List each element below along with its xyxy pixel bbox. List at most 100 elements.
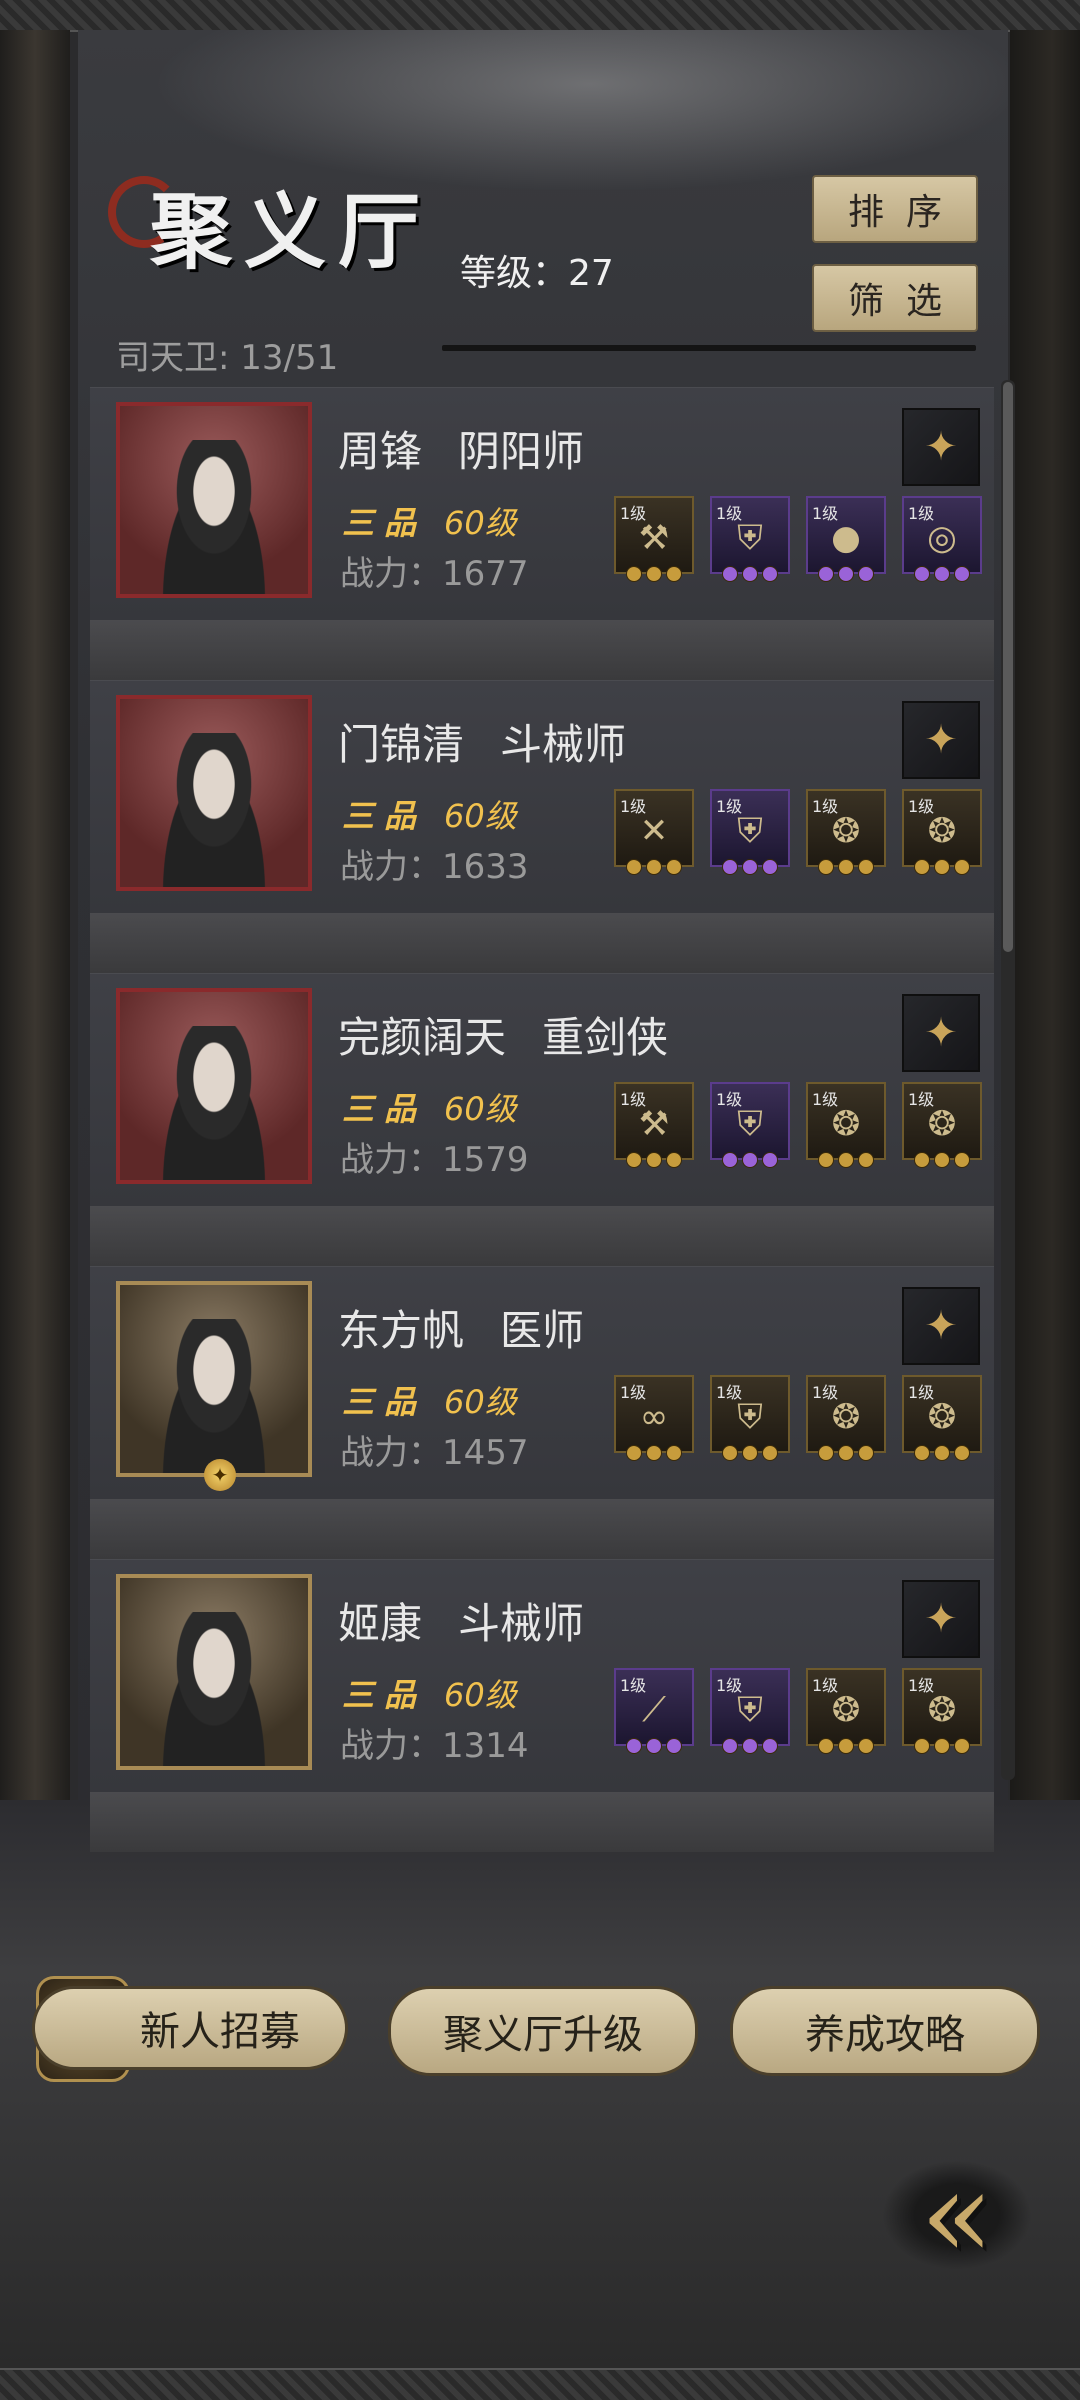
star-icon <box>742 1152 758 1168</box>
star-icon <box>742 859 758 875</box>
star-icon <box>742 566 758 582</box>
hero-portrait[interactable] <box>116 695 312 891</box>
hero-avatar <box>149 733 279 887</box>
equipment-slot[interactable]: 1级 ⛨ <box>710 496 790 582</box>
star-icon <box>818 566 834 582</box>
star-icon <box>858 859 874 875</box>
equipment-row: 1级 ∞ 1级 ⛨ 1级 ❂ 1级 ❂ <box>614 1375 982 1461</box>
equipment-level: 1级 <box>908 1676 935 1695</box>
hero-name-line: 周锋 阴阳师 <box>338 418 584 479</box>
equipment-row: 1级 ⚒ 1级 ⛨ 1级 ● 1级 ◎ <box>614 496 982 582</box>
armor-icon: ⛨ <box>737 1104 763 1144</box>
bead-bracelet-icon: ◎ <box>927 518 957 558</box>
golden-hammer-icon[interactable]: ✦ <box>902 1580 980 1658</box>
equipment-slot[interactable]: 1级 ❂ <box>902 1375 982 1461</box>
armor-icon: ⛨ <box>737 518 763 558</box>
hero-card[interactable]: 完颜阔天 重剑侠 三品 60级 战力：1579 ✦ 1级 ⚒ 1级 ⛨ 1级 ❂… <box>90 973 994 1266</box>
equipment-level: 1级 <box>812 797 839 816</box>
equipment-slot[interactable]: 1级 ⚒ <box>614 1082 694 1168</box>
hero-card[interactable]: 姬康 斗械师 三品 60级 战力：1314 ✦ 1级 ⟋ 1级 ⛨ 1级 ❂ 1… <box>90 1559 994 1852</box>
equipment-slot[interactable]: 1级 ⟋ <box>614 1668 694 1754</box>
star-icon <box>646 1738 662 1754</box>
equipment-level: 1级 <box>908 1383 935 1402</box>
equipment-stars <box>712 1152 788 1168</box>
equipment-level: 1级 <box>716 1676 743 1695</box>
equipment-slot[interactable]: 1级 ❂ <box>806 1082 886 1168</box>
hero-portrait[interactable] <box>116 1574 312 1770</box>
star-icon <box>722 1445 738 1461</box>
hero-name: 周锋 <box>338 427 423 476</box>
star-icon <box>954 859 970 875</box>
scrollbar-thumb[interactable] <box>1003 382 1013 952</box>
hero-level: 60级 <box>444 1676 517 1714</box>
hall-upgrade-button[interactable]: 聚义厅升级 <box>388 1986 698 2076</box>
star-icon <box>626 1152 642 1168</box>
equipment-stars <box>808 566 884 582</box>
fog-background <box>0 1800 1080 2370</box>
equipment-slot[interactable]: 1级 ⛨ <box>710 1668 790 1754</box>
star-icon <box>646 1445 662 1461</box>
hero-portrait[interactable] <box>116 988 312 1184</box>
pouch-icon: ❂ <box>927 1104 957 1144</box>
star-icon <box>954 1445 970 1461</box>
equipment-slot[interactable]: 1级 ∞ <box>614 1375 694 1461</box>
star-icon <box>858 1738 874 1754</box>
equipment-slot[interactable]: 1级 ❂ <box>902 1668 982 1754</box>
back-arrow-icon[interactable]: « <box>882 2146 1032 2285</box>
spear-icon: ⟋ <box>642 1690 666 1730</box>
equipment-slot[interactable]: 1级 ◎ <box>902 496 982 582</box>
sword-icon[interactable]: ✦ <box>902 994 980 1072</box>
equipment-stars <box>904 1152 980 1168</box>
recruit-button[interactable]: 新人招募 <box>32 1986 348 2070</box>
red-gem-icon[interactable]: ✦ <box>902 1287 980 1365</box>
hero-card[interactable]: 周锋 阴阳师 三品 60级 战力：1677 ✦ 1级 ⚒ 1级 ⛨ 1级 ● 1… <box>90 387 994 680</box>
pouch-icon: ❂ <box>927 1690 957 1730</box>
star-icon <box>818 1445 834 1461</box>
crossbow-icon: ✕ <box>639 811 669 851</box>
equipment-slot[interactable]: 1级 ❂ <box>806 789 886 875</box>
hero-class: 医师 <box>500 1306 585 1355</box>
hero-portrait[interactable] <box>116 402 312 598</box>
hero-grade: 三品 <box>342 797 427 835</box>
gold-scroll-icon[interactable]: ✦ <box>902 408 980 486</box>
filter-button[interactable]: 筛选 <box>812 264 978 332</box>
equipment-slot[interactable]: 1级 ❂ <box>806 1668 886 1754</box>
equipment-slot[interactable]: 1级 ✕ <box>614 789 694 875</box>
star-icon <box>646 1152 662 1168</box>
hero-card[interactable]: ✦ 东方帆 医师 三品 60级 战力：1457 ✦ 1级 ∞ 1级 ⛨ 1级 ❂… <box>90 1266 994 1559</box>
hero-avatar <box>149 1026 279 1180</box>
header-divider <box>442 345 976 351</box>
hero-level: 60级 <box>444 1090 517 1128</box>
hero-name: 东方帆 <box>338 1306 465 1355</box>
equipment-slot[interactable]: 1级 ● <box>806 496 886 582</box>
star-icon <box>626 566 642 582</box>
equipment-slot[interactable]: 1级 ⛨ <box>710 1082 790 1168</box>
sort-button[interactable]: 排序 <box>812 175 978 243</box>
pouch-icon: ❂ <box>927 811 957 851</box>
star-icon <box>838 859 854 875</box>
training-guide-button[interactable]: 养成攻略 <box>730 1986 1040 2076</box>
pouch-icon: ❂ <box>831 811 861 851</box>
hero-name-line: 姬康 斗械师 <box>338 1590 584 1651</box>
mechanism-box-icon[interactable]: ✦ <box>902 701 980 779</box>
equipment-slot[interactable]: 1级 ⚒ <box>614 496 694 582</box>
star-icon <box>934 566 950 582</box>
pouch-icon: ❂ <box>927 1397 957 1437</box>
equipment-stars <box>712 1738 788 1754</box>
star-icon <box>666 859 682 875</box>
equipment-stars <box>616 566 692 582</box>
equipment-slot[interactable]: 1级 ⛨ <box>710 1375 790 1461</box>
star-icon <box>954 1152 970 1168</box>
star-icon <box>762 859 778 875</box>
equipment-slot[interactable]: 1级 ❂ <box>902 789 982 875</box>
hero-level: 60级 <box>444 1383 517 1421</box>
guard-count: 司天卫: 13/51 <box>116 338 339 378</box>
hero-portrait[interactable] <box>116 1281 312 1477</box>
equipment-slot[interactable]: 1级 ❂ <box>806 1375 886 1461</box>
equipment-level: 1级 <box>908 797 935 816</box>
equipment-slot[interactable]: 1级 ❂ <box>902 1082 982 1168</box>
equipment-slot[interactable]: 1级 ⛨ <box>710 789 790 875</box>
hero-card[interactable]: 门锦清 斗械师 三品 60级 战力：1633 ✦ 1级 ✕ 1级 ⛨ 1级 ❂ … <box>90 680 994 973</box>
hero-list: 周锋 阴阳师 三品 60级 战力：1677 ✦ 1级 ⚒ 1级 ⛨ 1级 ● 1… <box>90 387 994 1852</box>
star-icon <box>646 566 662 582</box>
